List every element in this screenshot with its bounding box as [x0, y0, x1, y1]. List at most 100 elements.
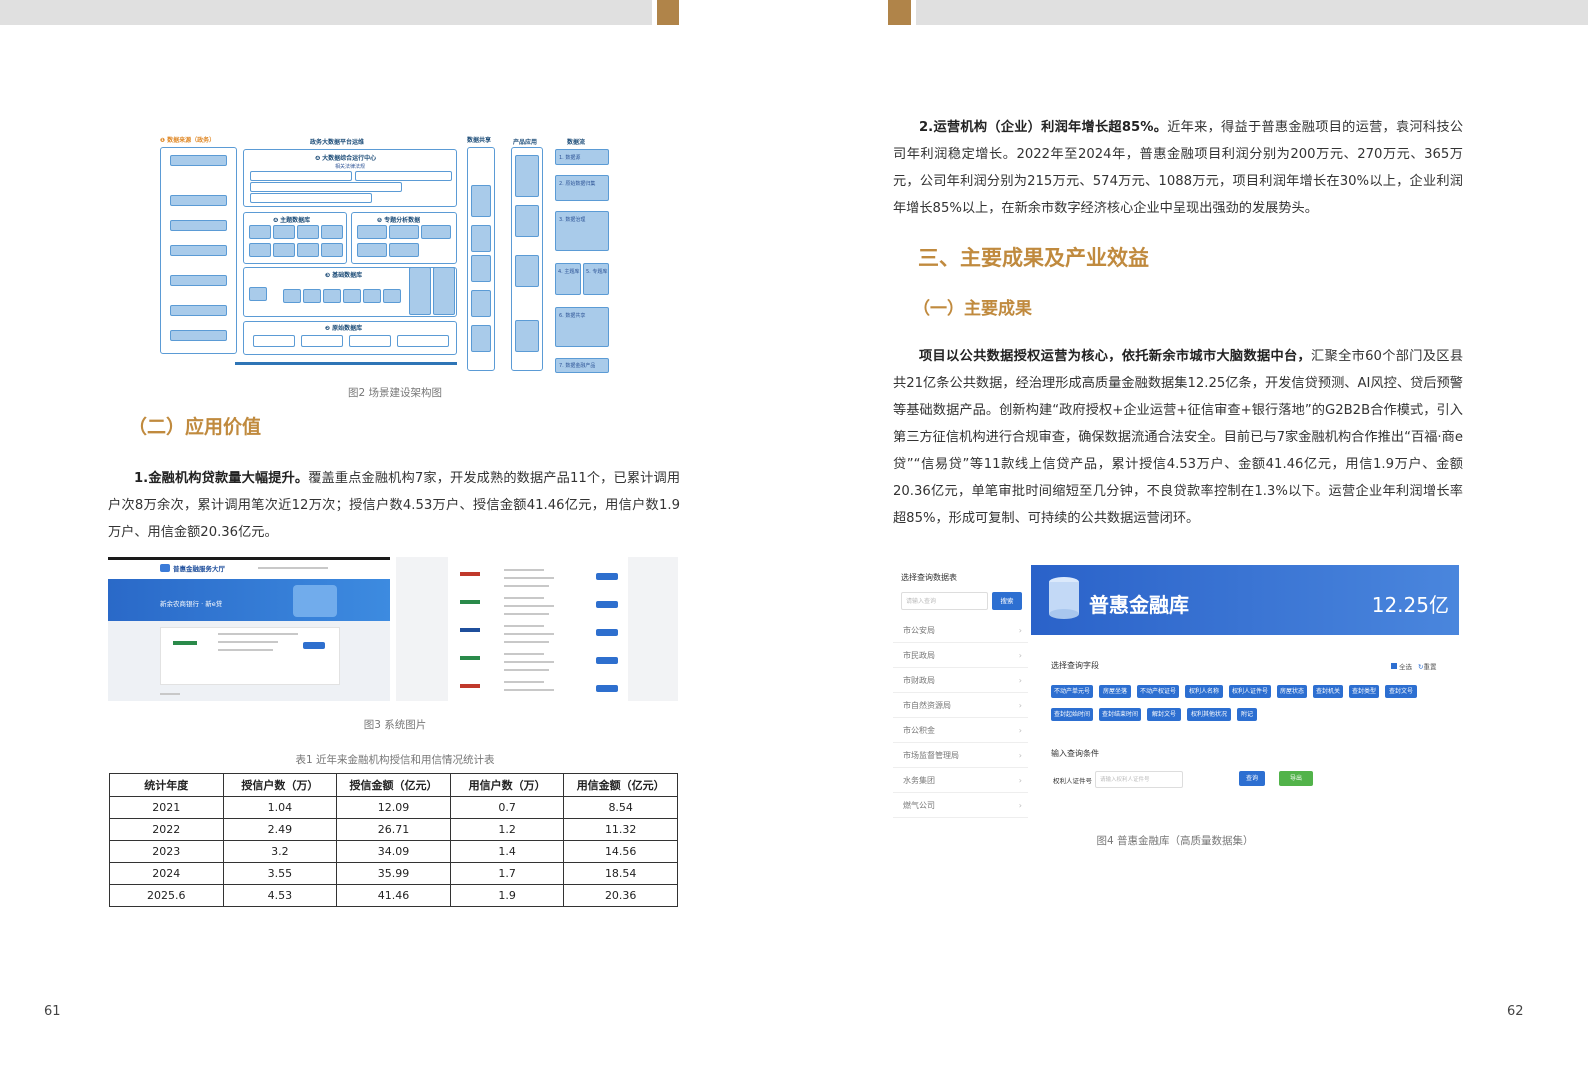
sidebar-search-placeholder: 请输入查询 [906, 598, 937, 605]
diagram-product-item [515, 255, 539, 287]
figure3-caption: 图3 系统图片 [363, 719, 427, 731]
paragraph-project-core-body: 汇聚全市60个部门及区县共21亿条公共数据，经治理形成高质量金融数据集12.25… [893, 349, 1464, 526]
sidebar-item-market-supervision[interactable]: 市场监督管理局 › [893, 743, 1028, 768]
field-section-title: 选择查询字段 [1051, 661, 1099, 670]
diagram-label-share: 数据共享 [467, 137, 492, 144]
diagram-label-special-db: ❺ 专题分析数据 [377, 217, 421, 224]
screenshot-list-button [596, 629, 618, 636]
top-bar-accent-right [888, 0, 911, 25]
condition-section-title: 输入查询条件 [1051, 749, 1099, 758]
subsection-heading-main-results: （一）主要成果 [913, 299, 1032, 319]
sidebar-search-button[interactable]: 搜索 [992, 592, 1022, 610]
condition-input[interactable]: 请输入权利人证件号 [1095, 771, 1183, 788]
reset-button[interactable]: ↻重置 [1418, 661, 1436, 671]
table-cell: 35.99 [336, 862, 451, 885]
checkbox-checked-icon [1391, 663, 1397, 669]
table-cell: 2023 [109, 840, 224, 863]
field-chip[interactable]: 权利其他状况 [1187, 708, 1231, 721]
figure4-caption: 图4 普惠金融库（高质量数据集） [1096, 835, 1254, 847]
field-chip[interactable]: 查封机关 [1313, 685, 1343, 698]
paragraph-project-core-lead: 项目以公共数据授权运营为核心，依托新余市城市大脑数据中台， [919, 349, 1312, 364]
diagram-flow-step-4: 4. 主题库 [555, 263, 581, 295]
screenshot-text-line [218, 633, 268, 635]
field-chip[interactable]: 权利人名称 [1185, 685, 1223, 698]
table-row: 2023 3.2 34.09 1.4 14.56 [109, 840, 678, 863]
sidebar-item-natural-resources[interactable]: 市自然资源局 › [893, 693, 1028, 718]
diagram-base-cell [249, 287, 267, 301]
field-chip[interactable]: 不动产单元号 [1051, 685, 1093, 698]
diagram-product-item [515, 320, 539, 352]
chevron-right-icon: › [1018, 726, 1022, 735]
diagram-ops-item [355, 171, 452, 181]
sidebar-search-input[interactable]: 请输入查询 [901, 592, 988, 610]
database-icon [1045, 577, 1083, 623]
field-chip[interactable]: 查封类型 [1349, 685, 1379, 698]
sidebar-item-water-group[interactable]: 水务集团 › [893, 768, 1028, 793]
table-header-cell: 统计年度 [109, 773, 224, 797]
screenshot-nav [258, 567, 328, 569]
diagram-flow-step-7: 7. 数据金融产品 [555, 358, 609, 373]
table-cell: 20.36 [563, 884, 678, 907]
select-all-checkbox[interactable]: 全选 [1391, 661, 1412, 671]
screenshot-apply-button [303, 642, 325, 649]
chevron-right-icon: › [1018, 651, 1022, 660]
screenshot-text-line [160, 693, 180, 695]
field-chip[interactable]: 附记 [1237, 708, 1257, 721]
table-cell: 2021 [109, 796, 224, 819]
screenshot-list-button [596, 573, 618, 580]
diagram-flow-step-3: 3. 数据治理 [555, 211, 609, 251]
table-header-row: 统计年度 授信户数（万） 授信金额（亿元） 用信户数（万） 用信金额（亿元） [109, 773, 678, 797]
sidebar-item-housing-fund[interactable]: 市公积金 › [893, 718, 1028, 743]
screenshot-text-line [504, 585, 549, 587]
table-header-cell: 授信金额（亿元） [336, 773, 451, 797]
table-header-cell: 用信金额（亿元） [563, 773, 678, 797]
diagram-special-cell [357, 243, 387, 257]
table-row: 2025.6 4.53 41.46 1.9 20.36 [109, 884, 678, 907]
condition-input-placeholder: 请输入权利人证件号 [1100, 777, 1150, 783]
financial-database-screenshot: 选择查询数据表 请输入查询 搜索 市公安局 › 市民政局 › 市财政局 › 市自然资源… [893, 560, 1459, 818]
architecture-diagram: ❶ 数据来源（政务） 政务大数据平台运维 ❹ 大数据综合运行中心 相关法律法规 … [155, 125, 617, 375]
field-chip[interactable]: 房屋状态 [1277, 685, 1307, 698]
diagram-flow-step-1: 1. 数据源 [555, 149, 609, 165]
diagram-base-cell [323, 289, 341, 303]
screenshot-text-line [504, 613, 549, 615]
diagram-label-product: 产品应用 [513, 139, 538, 146]
sidebar-item-gas-company[interactable]: 燃气公司 › [893, 793, 1028, 818]
database-banner: 普惠金融库 12.25亿 [1031, 565, 1459, 635]
diagram-arrow-bottom [235, 362, 457, 365]
chevron-right-icon: › [1018, 701, 1022, 710]
table-cell: 1.04 [222, 796, 338, 819]
diagram-share-item [471, 290, 491, 317]
table-cell: 2.49 [222, 818, 338, 841]
diagram-base-cell [283, 289, 301, 303]
sidebar-item-finance[interactable]: 市财政局 › [893, 668, 1028, 693]
diagram-raw-cell [397, 335, 449, 347]
field-chip[interactable]: 房屋坐落 [1099, 685, 1131, 698]
diagram-special-cell [357, 225, 387, 239]
screenshot-title: 普惠金融服务大厅 [173, 565, 225, 573]
figure2-caption: 图2 场景建设架构图 [347, 387, 443, 399]
bank-logo-icon [460, 684, 480, 688]
sidebar-item-civil-affairs[interactable]: 市民政局 › [893, 643, 1028, 668]
export-button[interactable]: 导出 [1279, 771, 1313, 786]
table-cell: 1.7 [449, 862, 565, 885]
table-cell: 26.71 [336, 818, 451, 841]
paragraph-loan-increase-lead: 1.金融机构贷款量大幅提升。 [134, 471, 309, 486]
field-chip[interactable]: 查封结束时间 [1099, 708, 1141, 721]
diagram-source-item [170, 155, 227, 166]
field-chip[interactable]: 解封文号 [1147, 708, 1181, 721]
query-button[interactable]: 查询 [1239, 771, 1265, 786]
field-chip[interactable]: 不动产权证号 [1137, 685, 1179, 698]
field-chip[interactable]: 查封文号 [1385, 685, 1417, 698]
table-cell: 3.55 [222, 862, 338, 885]
banner-title: 普惠金融库 [1089, 593, 1189, 617]
table-cell: 14.56 [563, 840, 678, 863]
screenshot-text-line [504, 689, 554, 691]
diagram-theme-cell [297, 225, 319, 239]
table-row: 2021 1.04 12.09 0.7 8.54 [109, 796, 678, 819]
diagram-label-base-db: ❸ 基础数据库 [325, 272, 363, 279]
field-chip[interactable]: 查封起始时间 [1051, 708, 1093, 721]
field-chip[interactable]: 权利人证件号 [1229, 685, 1271, 698]
sidebar-item-public-security[interactable]: 市公安局 › [893, 618, 1028, 643]
diagram-special-cell [421, 225, 451, 239]
